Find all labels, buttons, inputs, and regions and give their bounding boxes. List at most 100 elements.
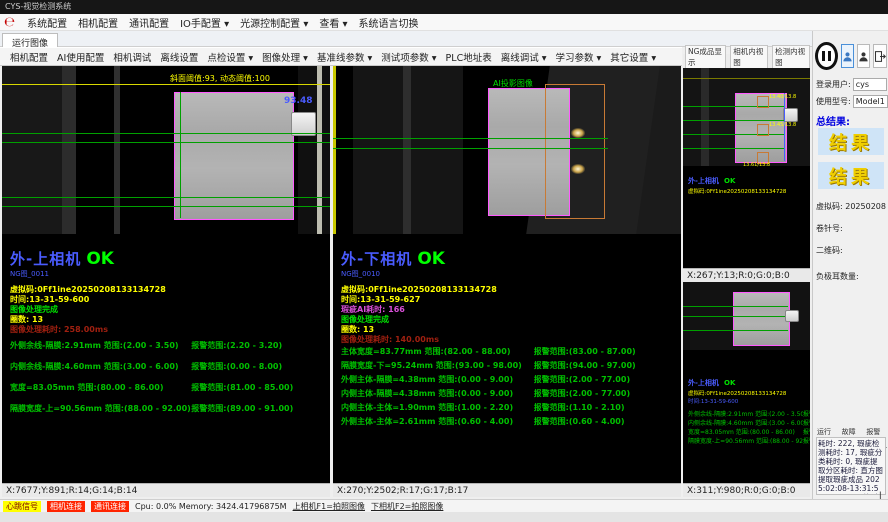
user-manage-button[interactable]	[857, 44, 870, 68]
right-top-camera-view[interactable]: 13.40/13.8 13.45/13.8 13.61/13.8 外-上相机 O…	[683, 68, 810, 268]
right-view-tabs: NG成品显示 相机内视图 检测内视图	[683, 54, 810, 68]
alarm-range: 报警范围:(89.00 - 91.00)	[191, 403, 328, 414]
middle-camera-image: AI投影图像	[333, 66, 681, 234]
left-time: 时间:13-31-59-600	[10, 295, 166, 305]
menu-item-view[interactable]: 查看 ▾	[319, 15, 347, 30]
exit-button[interactable]	[873, 44, 887, 68]
alarm-range: 报警范围:(81.00 - 85.00)	[803, 427, 810, 436]
tab-ng-product-display[interactable]: NG成品显示	[685, 45, 726, 68]
measurement-value: 隔膜宽度-上=90.56mm 范围:(88.00 - 92.00)	[10, 403, 191, 414]
toolbar-item-offline-debug[interactable]: 离线调试 ▾	[501, 50, 547, 64]
right-bottom-time: 时间:13-31-59-600	[688, 397, 810, 405]
control-button-row	[815, 40, 887, 72]
alarm-range: 报警范围:(2.00 - 77.00)	[534, 388, 679, 399]
tab-detect-inner-view[interactable]: 检测内视图	[772, 45, 810, 68]
menu-bar: ℮ 系统配置 相机配置 通讯配置 IO手配置 ▾ 光源控制配置 ▾ 查看 ▾ 系…	[0, 14, 888, 31]
comm-connection-badge: 通讯连接	[91, 501, 129, 512]
right-bottom-image	[683, 282, 810, 350]
pause-button[interactable]	[815, 42, 838, 70]
menu-item-language-switch[interactable]: 系统语言切换	[359, 15, 419, 30]
toolbar-item-learning-params[interactable]: 学习参数 ▾	[556, 50, 602, 64]
measurement-value: 内侧余线-隔膜:4.60mm 范围:(3.00 - 6.00)	[688, 418, 803, 427]
measurement-value: 外侧主体-隔膜=4.38mm 范围:(0.00 - 9.00)	[341, 374, 534, 385]
menu-item-camera-config[interactable]: 相机配置	[78, 15, 118, 30]
connector-tab	[785, 310, 799, 322]
right-top-result-block: 外-上相机 OK 虚拟码:0Ff1ine20250208133134728	[688, 168, 786, 195]
alarm-range: 报警范围:(1.10 - 2.10)	[534, 402, 679, 413]
negative-tab-count-label: 负极耳数量:	[816, 271, 859, 282]
alarm-range: 报警范围:(2.20 - 3.20)	[803, 409, 810, 418]
baseline-overlay-line	[2, 133, 330, 134]
baseline-overlay-line	[683, 148, 785, 149]
alarm-range: 报警范围:(89.00 - 91.00)	[803, 436, 810, 445]
toolbar: 相机配置 AI使用配置 相机调试 离线设置 点检设置 ▾ 图像处理 ▾ 基准线参…	[0, 47, 682, 66]
right-top-camera-name: 外-上相机	[688, 177, 719, 185]
right-bottom-coord-readout: X:311;Y:980;R:0;G:0;B:0	[683, 483, 810, 497]
hotkey-lower-camera: 下相机F2=拍照图像	[371, 501, 443, 512]
user-login-button[interactable]	[841, 44, 854, 68]
virtual-code-field: 虚拟码: 20250208	[816, 201, 886, 212]
toolbar-item-plc-address-table[interactable]: PLC地址表	[446, 50, 492, 64]
alarm-range: 报警范围:(81.00 - 85.00)	[191, 382, 328, 393]
reflection-glow	[571, 128, 585, 138]
toolbar-item-camera-debug[interactable]: 相机调试	[113, 50, 151, 64]
middle-turn-count: 圈数: 13	[341, 325, 497, 335]
tab-measure-label: 13.40/13.8	[769, 94, 796, 100]
baseline-overlay-line	[683, 330, 788, 331]
machine-band	[403, 66, 411, 234]
right-bottom-result-block: 外-上相机 OK 虚拟码:0Ff1ine20250208133134728 时间…	[688, 370, 810, 445]
measurement-row: 隔膜宽度-上=90.56mm 范围:(88.00 - 92.00) 报警范围:(…	[688, 436, 810, 445]
baseline-overlay-line	[683, 134, 785, 135]
toolbar-item-ai-usage-config[interactable]: AI使用配置	[57, 50, 104, 64]
machine-band	[701, 68, 709, 166]
toolbar-item-spotcheck-settings[interactable]: 点检设置 ▾	[207, 50, 253, 64]
middle-ai-cost: 瑕疵AI耗时: 166	[341, 305, 497, 315]
measurement-value: 内侧主体-隔膜=4.38mm 范围:(0.00 - 9.00)	[341, 388, 534, 399]
left-camera-view[interactable]: 斜面阈值:93, 动态阈值:100 93.48 外-上相机 OK NG图_001…	[2, 66, 330, 483]
bottom-filler	[0, 512, 888, 522]
middle-time: 时间:13-31-59-627	[341, 295, 497, 305]
tab-measure-label: 13.45/13.8	[769, 122, 796, 128]
login-user-value[interactable]: cys	[853, 78, 887, 91]
measurement-row: 隔膜宽度-上=90.56mm 范围:(88.00 - 92.00) 报警范围:(…	[10, 401, 328, 415]
toolbar-item-offline-settings[interactable]: 离线设置	[160, 50, 198, 64]
toolbar-item-other-settings[interactable]: 其它设置 ▾	[610, 50, 656, 64]
model-value[interactable]: Model1	[853, 95, 888, 108]
tab-roi-box	[757, 124, 769, 136]
toolbar-item-baseline-params[interactable]: 基准线参数 ▾	[317, 50, 372, 64]
middle-coord-readout: X:270;Y:2502;R:17;G:17;B:17	[333, 483, 681, 497]
toolbar-item-camera-config[interactable]: 相机配置	[10, 50, 48, 64]
tab-roi-box	[757, 96, 769, 108]
middle-measurement-list: 主体宽度=83.77mm 范围:(82.00 - 88.00) 报警范围:(83…	[341, 344, 679, 428]
ai-projection-label: AI投影图像	[493, 78, 533, 89]
baseline-overlay-line	[333, 138, 608, 139]
baseline-overlay-line	[683, 106, 785, 107]
right-top-image: 13.40/13.8 13.45/13.8 13.61/13.8	[683, 68, 810, 166]
menu-item-light-config[interactable]: 光源控制配置 ▾	[240, 15, 308, 30]
camera-connection-badge: 相机连接	[47, 501, 85, 512]
middle-camera-view[interactable]: AI投影图像 外-下相机 OK NG图_0010 虚拟码:0Ff1ine2025…	[333, 66, 681, 483]
right-bottom-camera-view[interactable]: 外-上相机 OK 虚拟码:0Ff1ine20250208133134728 时间…	[683, 282, 810, 483]
heartbeat-badge: 心跳信号	[3, 501, 41, 512]
measurement-value: 内侧余线-隔膜:4.60mm 范围:(3.00 - 6.00)	[10, 361, 191, 372]
menu-item-io-config[interactable]: IO手配置 ▾	[180, 15, 229, 30]
baseline-overlay-line	[2, 206, 330, 207]
log-text-area[interactable]: 耗时: 222, 瑕疵检测耗时: 17, 瑕疵分类耗时: 0, 瑕疵提取分区耗时…	[816, 437, 886, 495]
bright-band	[333, 66, 336, 234]
measurement-value: 外侧余线-隔膜:2.91mm 范围:(2.00 - 3.50)	[688, 409, 803, 418]
measurement-row: 外侧主体-主体=2.61mm 范围:(0.60 - 4.00) 报警范围:(0.…	[341, 414, 679, 428]
menu-item-system-config[interactable]: 系统配置	[27, 15, 67, 30]
measurement-value: 隔膜宽度-上=90.56mm 范围:(88.00 - 92.00)	[688, 436, 803, 445]
app-window: CYS-视觉检测系统 ℮ 系统配置 相机配置 通讯配置 IO手配置 ▾ 光源控制…	[0, 0, 888, 522]
menu-item-comm-config[interactable]: 通讯配置	[129, 15, 169, 30]
tab-camera-inner-view[interactable]: 相机内视图	[730, 45, 768, 68]
left-virtual-code: 虚拟码:0Ff1ine20250208133134728	[10, 285, 166, 295]
toolbar-item-test-params[interactable]: 测试项参数 ▾	[381, 50, 436, 64]
alarm-range: 报警范围:(94.00 - 97.00)	[534, 360, 679, 371]
toolbar-item-image-processing[interactable]: 图像处理 ▾	[262, 50, 308, 64]
alarm-range: 报警范围:(0.60 - 4.00)	[534, 416, 679, 427]
virtual-code-label: 虚拟码:	[816, 202, 843, 211]
right-bottom-virtual-code: 虚拟码:0Ff1ine20250208133134728	[688, 389, 810, 397]
middle-camera-name: 外-下相机	[341, 250, 412, 268]
middle-result-block: 外-下相机 OK NG图_0010 虚拟码:0Ff1ine20250208133…	[341, 248, 497, 345]
